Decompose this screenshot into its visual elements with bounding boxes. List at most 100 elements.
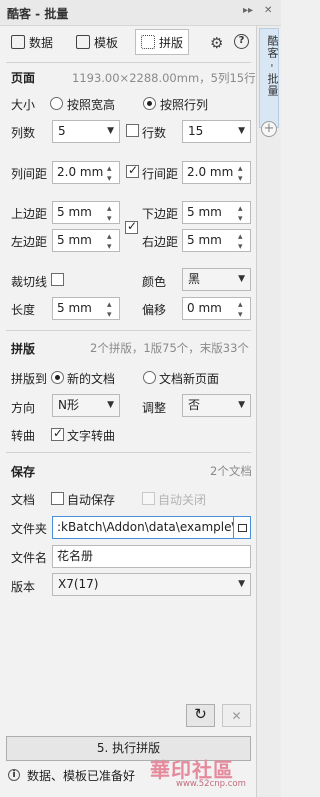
- row-spacing-input[interactable]: 2.0 mm: [182, 161, 251, 184]
- divider: [6, 452, 251, 453]
- row-spacing-label: 行间距: [142, 167, 179, 181]
- folder-path-value: :kBatch\Addon\data\example\: [57, 520, 234, 534]
- window-titlebar: 酷客 - 批量 ▸▸ ✕: [0, 0, 281, 26]
- bottom-margin-value: 5 mm: [187, 205, 222, 219]
- columns-label: 列数: [11, 126, 36, 140]
- chevron-down-icon: ▼: [238, 579, 245, 589]
- target-new-page-radio[interactable]: [143, 371, 156, 384]
- offset-label: 偏移: [142, 303, 167, 317]
- target-label: 拼版到: [11, 372, 48, 386]
- panel-tabs: 数据 模板 拼版 ⚙ ?: [0, 26, 257, 60]
- row-spacing-checkbox[interactable]: [126, 163, 139, 178]
- add-docker-icon[interactable]: +: [261, 121, 277, 137]
- right-margin-label: 右边距: [142, 235, 179, 249]
- execute-imposition-label: 5. 执行拼版: [96, 741, 161, 755]
- length-label: 长度: [11, 303, 36, 317]
- right-margin-value: 5 mm: [187, 233, 222, 247]
- tab-template[interactable]: 模板: [70, 29, 124, 55]
- rotate-label: 转曲: [11, 429, 36, 443]
- size-label: 大小: [11, 98, 36, 112]
- stepper-icon[interactable]: [238, 162, 248, 183]
- crop-marks-checkbox[interactable]: [51, 273, 64, 286]
- version-select[interactable]: X7(17) ▼: [52, 573, 251, 596]
- left-margin-value: 5 mm: [57, 233, 92, 247]
- tab-data-label: 数据: [29, 35, 54, 50]
- filename-input[interactable]: 花名册: [52, 545, 251, 568]
- page-section-info: 1193.00×2288.00mm，5列15行: [72, 71, 256, 85]
- target-new-doc-radio[interactable]: [51, 371, 64, 384]
- stepper-icon[interactable]: [107, 162, 117, 183]
- status-bar: i 数据、模板已准备好 華印社區 www.52cnp.com: [0, 758, 257, 797]
- size-by-grid-radio[interactable]: [143, 97, 156, 110]
- pin-panel-button[interactable]: ▸▸: [243, 5, 253, 16]
- text-to-curves-label: 文字转曲: [67, 429, 116, 443]
- filename-label: 文件名: [11, 551, 48, 565]
- auto-save-checkbox[interactable]: [51, 492, 64, 505]
- adjust-select[interactable]: 否 ▼: [182, 394, 251, 417]
- browse-folder-button[interactable]: [233, 516, 251, 539]
- chevron-down-icon: ▼: [238, 400, 245, 410]
- save-section-info: 2个文档: [210, 464, 252, 478]
- gear-icon[interactable]: ⚙: [210, 34, 223, 52]
- adjust-label: 调整: [142, 401, 167, 415]
- page-section-title: 页面: [11, 71, 36, 85]
- right-margin-input[interactable]: 5 mm: [182, 229, 251, 252]
- top-margin-value: 5 mm: [57, 205, 92, 219]
- target-new-page-label: 文档新页面: [159, 372, 220, 386]
- left-margin-input[interactable]: 5 mm: [52, 229, 120, 252]
- docker-tab-label: 酷客 - 批量: [266, 35, 279, 97]
- stepper-icon[interactable]: [107, 202, 117, 223]
- divider: [6, 62, 251, 63]
- docker-tab-batch[interactable]: 酷客 - 批量: [259, 28, 279, 128]
- rows-checkbox[interactable]: [126, 124, 139, 137]
- direction-value: N形: [58, 398, 79, 412]
- help-icon[interactable]: ?: [234, 34, 249, 49]
- size-by-dimensions-label: 按照宽高: [67, 98, 116, 112]
- auto-close-checkbox[interactable]: [142, 492, 155, 505]
- stepper-icon[interactable]: [238, 298, 248, 319]
- save-section-title: 保存: [11, 465, 36, 479]
- direction-select[interactable]: N形 ▼: [52, 394, 120, 417]
- cancel-icon: ✕: [231, 709, 242, 723]
- batch-panel: 数据 模板 拼版 ⚙ ? 页面 1193.00×2288.00mm，5列15行 …: [0, 26, 257, 797]
- docker-tab-strip: 酷客 - 批量 +: [257, 26, 281, 797]
- length-input[interactable]: 5 mm: [52, 297, 120, 320]
- crop-marks-label: 裁切线: [11, 275, 48, 289]
- tab-imposition-label: 拼版: [159, 35, 184, 50]
- col-spacing-input[interactable]: 2.0 mm: [52, 161, 120, 184]
- columns-select[interactable]: 5 ▼: [52, 120, 120, 143]
- text-to-curves-checkbox[interactable]: [51, 426, 64, 441]
- size-by-dimensions-radio[interactable]: [50, 97, 63, 110]
- stepper-icon[interactable]: [238, 230, 248, 251]
- tab-imposition[interactable]: 拼版: [135, 29, 190, 55]
- doc-label: 文档: [11, 493, 36, 507]
- color-label: 颜色: [142, 275, 167, 289]
- tab-data[interactable]: 数据: [5, 29, 59, 55]
- stepper-icon[interactable]: [107, 230, 117, 251]
- color-value: 黑: [188, 272, 201, 286]
- refresh-button[interactable]: ↻: [186, 704, 215, 727]
- info-icon: i: [8, 769, 20, 781]
- watermark-url: www.52cnp.com: [176, 779, 246, 789]
- folder-label: 文件夹: [11, 522, 48, 536]
- version-label: 版本: [11, 580, 36, 594]
- link-margins-checkbox[interactable]: [125, 219, 138, 234]
- divider: [6, 330, 251, 331]
- left-margin-label: 左边距: [11, 235, 48, 249]
- cancel-button[interactable]: ✕: [222, 704, 251, 727]
- size-by-grid-label: 按照行列: [160, 98, 209, 112]
- rows-select[interactable]: 15 ▼: [182, 120, 251, 143]
- rows-value: 15: [188, 124, 204, 138]
- stepper-icon[interactable]: [238, 202, 248, 223]
- offset-value: 0 mm: [187, 301, 222, 315]
- folder-path-input[interactable]: :kBatch\Addon\data\example\: [52, 516, 234, 539]
- color-select[interactable]: 黑 ▼: [182, 268, 251, 291]
- top-margin-input[interactable]: 5 mm: [52, 201, 120, 224]
- offset-input[interactable]: 0 mm: [182, 297, 251, 320]
- col-spacing-label: 列间距: [11, 167, 48, 181]
- bottom-margin-input[interactable]: 5 mm: [182, 201, 251, 224]
- version-value: X7(17): [58, 577, 99, 591]
- stepper-icon[interactable]: [107, 298, 117, 319]
- filename-value: 花名册: [57, 549, 94, 563]
- close-panel-button[interactable]: ✕: [264, 5, 272, 16]
